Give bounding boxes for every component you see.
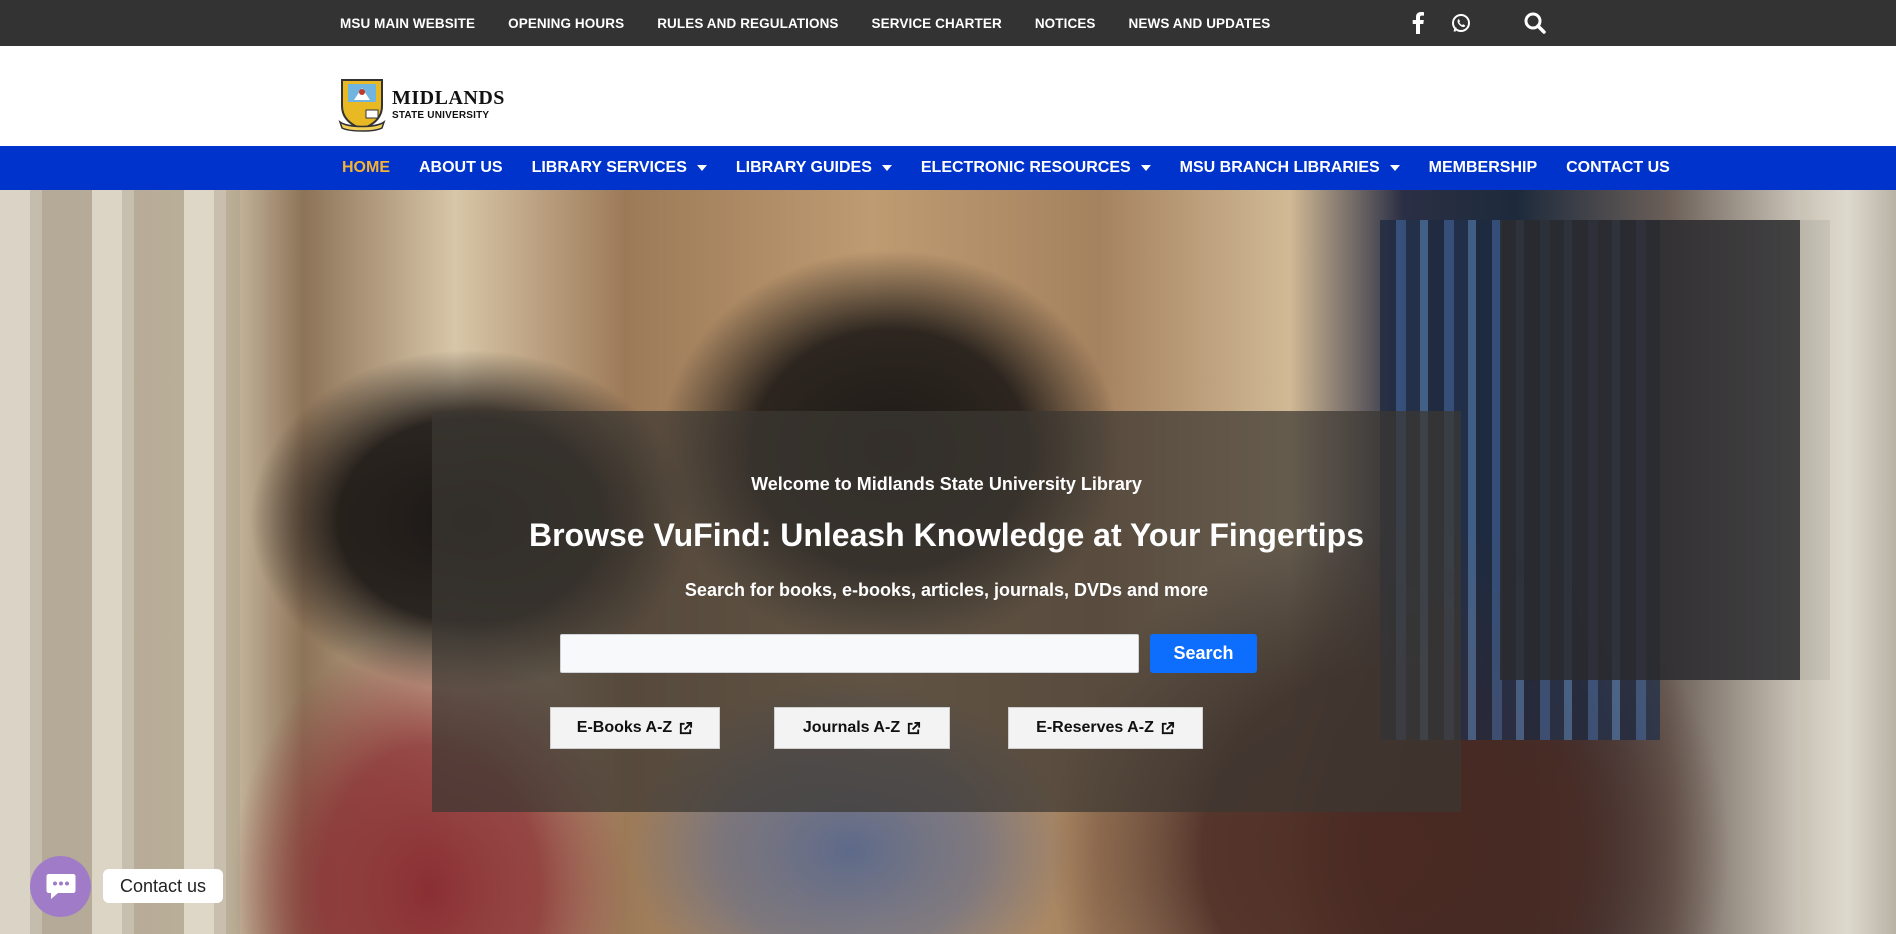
top-link-opening-hours[interactable]: OPENING HOURS <box>508 16 624 31</box>
search-button[interactable]: Search <box>1150 634 1257 673</box>
nav-item-label: LIBRARY GUIDES <box>735 159 872 176</box>
top-link-news-and-updates[interactable]: NEWS AND UPDATES <box>1129 16 1271 31</box>
vufind-search-input[interactable] <box>560 634 1139 673</box>
top-link-msu-main-website[interactable]: MSU MAIN WEBSITE <box>340 16 475 31</box>
nav-item-label: HOME <box>342 159 390 176</box>
nav-item-label: MEMBERSHIP <box>1428 159 1538 176</box>
nav-item-msu-branch-libraries[interactable]: MSU BRANCH LIBRARIES <box>1180 159 1400 177</box>
top-link-rules-and-regulations[interactable]: RULES AND REGULATIONS <box>657 16 838 31</box>
logo-name: MIDLANDS <box>392 86 505 109</box>
external-link-icon <box>906 721 921 736</box>
hero-background-shelf-right <box>1800 190 1896 934</box>
hero-background-shelf-left <box>0 190 240 934</box>
nav-item-membership[interactable]: MEMBERSHIP <box>1429 159 1537 177</box>
nav-item-contact-us[interactable]: CONTACT US <box>1566 159 1670 177</box>
main-navigation: HOME ABOUT US LIBRARY SERVICES LIBRARY GUID… <box>0 146 1896 190</box>
nav-item-library-services[interactable]: LIBRARY SERVICES <box>532 159 707 177</box>
caret-down-icon <box>1389 165 1400 171</box>
nav-item-electronic-resources[interactable]: ELECTRONIC RESOURCES <box>921 159 1151 177</box>
nav-item-label: ABOUT US <box>419 159 503 176</box>
nav-item-label: ELECTRONIC RESOURCES <box>920 159 1131 176</box>
external-link-icon <box>678 721 693 736</box>
nav-item-label: MSU BRANCH LIBRARIES <box>1179 159 1380 176</box>
nav-item-library-guides[interactable]: LIBRARY GUIDES <box>736 159 892 177</box>
facebook-icon[interactable] <box>1408 9 1428 37</box>
top-link-notices[interactable]: NOTICES <box>1035 16 1096 31</box>
caret-down-icon <box>696 165 707 171</box>
whatsapp-icon[interactable] <box>1449 9 1473 37</box>
top-link-service-charter[interactable]: SERVICE CHARTER <box>872 16 1002 31</box>
ebooks-az-button[interactable]: E-Books A-Z <box>550 707 720 749</box>
top-links: MSU MAIN WEBSITE OPENING HOURS RULES AND… <box>340 0 1303 46</box>
hero-title: Browse VuFind: Unleash Knowledge at Your… <box>528 517 1365 553</box>
crest-icon <box>336 76 388 132</box>
hero-subtitle: Search for books, e-books, articles, jou… <box>684 580 1209 600</box>
caret-down-icon <box>1140 165 1151 171</box>
welcome-text: Welcome to Midlands State University Lib… <box>751 474 1142 494</box>
external-link-icon <box>1160 721 1175 736</box>
nav-item-home[interactable]: HOME <box>342 159 390 177</box>
caret-down-icon <box>881 165 892 171</box>
hero-section: Welcome to Midlands State University Lib… <box>0 190 1896 934</box>
ebooks-az-label: E-Books A-Z <box>576 719 673 736</box>
ereserves-az-label: E-Reserves A-Z <box>1036 719 1154 736</box>
top-utility-bar: MSU MAIN WEBSITE OPENING HOURS RULES AND… <box>0 0 1896 46</box>
nav-items: HOME ABOUT US LIBRARY SERVICES LIBRARY GUID… <box>342 146 1699 190</box>
search-panel: Welcome to Midlands State University Lib… <box>432 411 1461 812</box>
hero-background-book-cover <box>1500 220 1830 680</box>
logo-text: MIDLANDS STATE UNIVERSITY <box>392 88 505 121</box>
university-logo[interactable]: MIDLANDS STATE UNIVERSITY <box>336 76 505 132</box>
nav-item-about-us[interactable]: ABOUT US <box>419 159 503 177</box>
nav-item-label: LIBRARY SERVICES <box>531 159 687 176</box>
chat-bubble-icon[interactable] <box>30 855 91 917</box>
journals-az-button[interactable]: Journals A-Z <box>774 707 950 749</box>
contact-widget[interactable]: Contact us <box>30 855 224 917</box>
site-header: MIDLANDS STATE UNIVERSITY <box>0 46 1896 146</box>
ereserves-az-button[interactable]: E-Reserves A-Z <box>1008 707 1203 749</box>
logo-subtitle: STATE UNIVERSITY <box>392 109 490 121</box>
nav-item-label: CONTACT US <box>1566 159 1670 176</box>
contact-label[interactable]: Contact us <box>103 869 224 903</box>
journals-az-label: Journals A-Z <box>802 719 901 736</box>
search-icon[interactable] <box>1522 9 1548 37</box>
